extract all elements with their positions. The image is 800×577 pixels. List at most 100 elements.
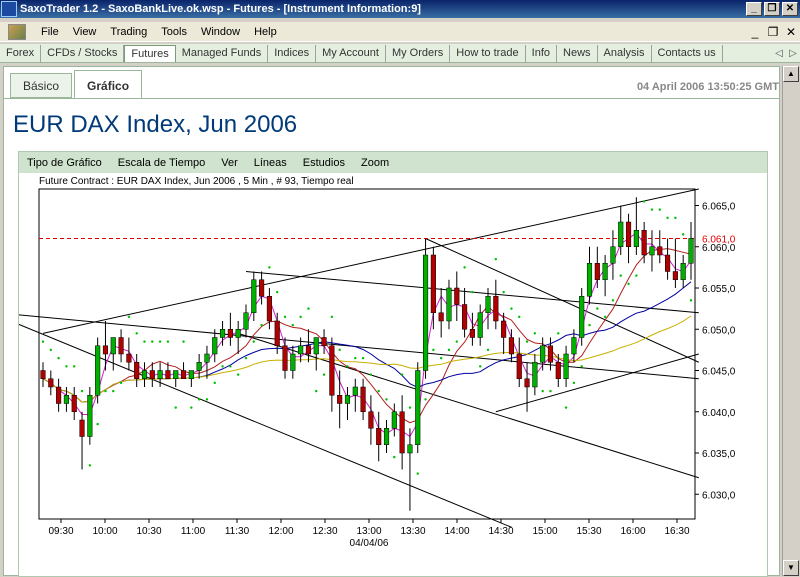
- candle-body: [212, 337, 218, 355]
- y-tick-label: 6.045,0: [702, 367, 736, 378]
- menu-tools[interactable]: Tools: [154, 26, 194, 38]
- child-restore-button[interactable]: ❐: [764, 25, 782, 39]
- sar-dot: [658, 208, 661, 211]
- subtab-grafico[interactable]: Gráfico: [74, 70, 143, 99]
- nav-tab-contacts-us[interactable]: Contacts us: [652, 44, 723, 62]
- chart-menu-tipo-grafico[interactable]: Tipo de Gráfico: [19, 157, 110, 169]
- sar-dot: [213, 381, 216, 385]
- nav-tab-managed-funds[interactable]: Managed Funds: [176, 44, 269, 62]
- nav-scroll-right-icon[interactable]: ▷: [786, 48, 800, 59]
- x-tick-label: 11:30: [225, 526, 250, 537]
- sar-dot: [361, 356, 365, 360]
- sar-dot: [463, 266, 466, 269]
- menu-trading[interactable]: Trading: [103, 26, 154, 38]
- chart-menu-ver[interactable]: Ver: [213, 157, 246, 169]
- nav-tab-info[interactable]: Info: [526, 44, 558, 62]
- nav-tab-indices[interactable]: Indices: [268, 44, 317, 62]
- nav-tab-my-orders[interactable]: My Orders: [386, 44, 451, 62]
- candle-body: [63, 395, 69, 404]
- sar-dot: [354, 356, 357, 360]
- candle-body: [399, 411, 405, 454]
- sar-dot: [385, 398, 388, 401]
- candle-body: [383, 428, 390, 445]
- sar-dot: [244, 356, 248, 360]
- candle-body: [368, 411, 374, 429]
- sar-dot: [611, 299, 615, 302]
- menu-help[interactable]: Help: [247, 26, 284, 38]
- chart-menu-zoom[interactable]: Zoom: [353, 157, 397, 169]
- candle-body: [266, 296, 272, 322]
- subtab-basico[interactable]: Básico: [10, 73, 73, 98]
- candle-body: [141, 370, 148, 379]
- candle-body: [469, 329, 475, 338]
- sar-dot: [416, 472, 419, 475]
- chart-menu-escala-tiempo[interactable]: Escala de Tiempo: [110, 157, 213, 169]
- sar-dot: [236, 373, 240, 376]
- sar-dot: [41, 340, 45, 343]
- sar-dot: [65, 365, 68, 368]
- x-tick-label: 11:00: [181, 526, 206, 537]
- chart-menu-lineas[interactable]: Líneas: [246, 157, 295, 169]
- candle-body: [477, 312, 483, 338]
- candle-body: [149, 370, 155, 379]
- candle-body: [360, 386, 366, 412]
- sar-dot: [330, 315, 334, 319]
- menu-file[interactable]: File: [34, 26, 66, 38]
- candle-body: [422, 254, 429, 371]
- candle-body: [352, 386, 358, 396]
- candle-body: [376, 428, 382, 445]
- x-tick-label: 13:30: [400, 526, 425, 537]
- y-tick-label: 6.035,0: [702, 449, 736, 460]
- sar-dot: [268, 266, 271, 269]
- child-minimize-button[interactable]: _: [746, 25, 764, 39]
- candle-body: [274, 320, 280, 346]
- sar-dot: [627, 282, 630, 286]
- candle-body: [618, 221, 624, 247]
- x-date-label: 04/04/06: [350, 538, 389, 549]
- child-close-button[interactable]: ✕: [782, 25, 800, 39]
- nav-tab-how-to-trade[interactable]: How to trade: [450, 44, 526, 62]
- nav-tab-cfds-stocks[interactable]: CFDs / Stocks: [41, 44, 125, 62]
- menu-window[interactable]: Window: [194, 26, 247, 38]
- nav-scroll-left-icon[interactable]: ◁: [772, 48, 786, 59]
- candle-body: [227, 329, 233, 338]
- saxo-logo-icon: [1, 1, 17, 17]
- sar-dot: [338, 348, 341, 352]
- sar-dot: [88, 464, 92, 467]
- nav-tab-my-account[interactable]: My Account: [316, 44, 386, 62]
- nav-tab-news[interactable]: News: [557, 44, 598, 62]
- scroll-down-icon[interactable]: ▼: [783, 560, 799, 576]
- nav-tab-forex[interactable]: Forex: [0, 44, 42, 62]
- sar-dot: [502, 290, 505, 294]
- document-icon[interactable]: [8, 23, 26, 40]
- price-chart[interactable]: 6.030,0 6.035,0 6.040,0 6.045,0 6.050,0 6.055…: [19, 152, 767, 576]
- restore-button[interactable]: ❐: [764, 2, 780, 16]
- close-button[interactable]: ✕: [782, 2, 798, 16]
- chart-title: Future Contract : EUR DAX Index, Jun 200…: [39, 176, 354, 187]
- sar-dot: [525, 340, 529, 343]
- scroll-up-icon[interactable]: ▲: [783, 66, 799, 82]
- menu-view[interactable]: View: [66, 26, 104, 38]
- vertical-scrollbar[interactable]: ▲ ▼: [782, 66, 799, 576]
- minimize-button[interactable]: _: [746, 2, 762, 16]
- nav-tab-futures[interactable]: Futures: [124, 44, 176, 62]
- candle-body: [633, 230, 639, 247]
- chart-menu-estudios[interactable]: Estudios: [295, 157, 353, 169]
- product-nav-bar: Forex CFDs / Stocks Futures Managed Fund…: [0, 44, 800, 63]
- sar-dot: [377, 389, 380, 393]
- sar-dot: [369, 373, 373, 376]
- x-tick-label: 15:30: [576, 526, 601, 537]
- x-tick-label: 13:00: [356, 526, 381, 537]
- sar-dot: [49, 348, 53, 352]
- candle-body: [337, 395, 343, 404]
- sar-dot: [666, 216, 669, 220]
- candle-body: [493, 296, 499, 322]
- candle-body: [259, 279, 265, 297]
- candle-body: [282, 345, 288, 371]
- y-tick-label: 6.065,0: [702, 202, 736, 213]
- candle-body: [188, 370, 194, 379]
- sar-dot: [205, 398, 209, 401]
- candle-body: [180, 370, 187, 379]
- nav-tab-analysis[interactable]: Analysis: [598, 44, 652, 62]
- candle-body: [516, 353, 522, 379]
